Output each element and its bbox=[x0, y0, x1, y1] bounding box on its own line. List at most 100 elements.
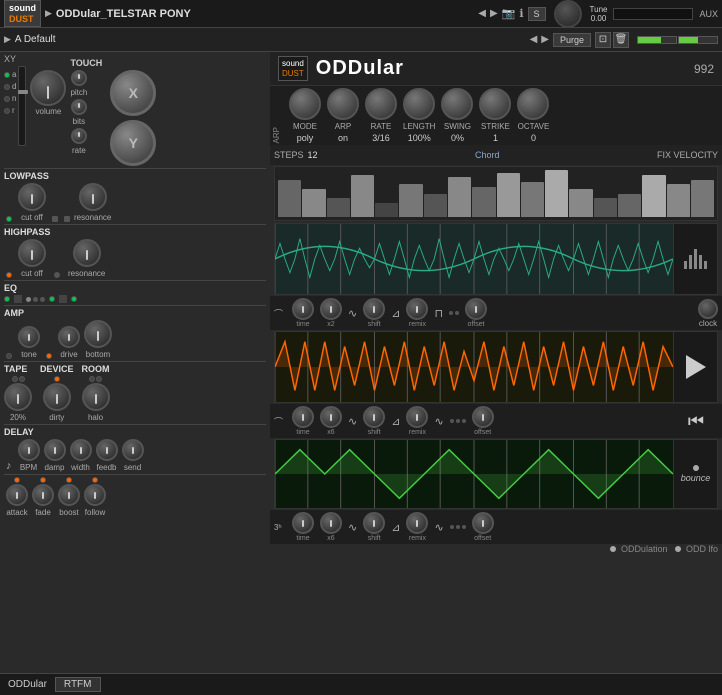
damp-knob[interactable] bbox=[44, 439, 66, 461]
fade-knob[interactable] bbox=[32, 484, 54, 506]
lfo2-time-knob[interactable] bbox=[292, 406, 314, 428]
xy-r-led[interactable] bbox=[4, 108, 10, 114]
device-led[interactable] bbox=[54, 376, 60, 382]
y-knob[interactable]: Y bbox=[110, 120, 156, 166]
step-9[interactable] bbox=[472, 187, 495, 218]
strike-knob[interactable] bbox=[479, 88, 511, 120]
delete-btn[interactable]: 🗑 bbox=[613, 32, 629, 48]
rtfm-button[interactable]: RTFM bbox=[55, 677, 101, 692]
room-knob[interactable] bbox=[82, 383, 110, 411]
step-10[interactable] bbox=[497, 173, 520, 218]
step-1[interactable] bbox=[278, 180, 301, 218]
xy-slider[interactable] bbox=[18, 66, 26, 146]
send-knob[interactable] bbox=[122, 439, 144, 461]
tape-knob[interactable] bbox=[4, 383, 32, 411]
volume-knob[interactable] bbox=[30, 70, 66, 106]
step-6[interactable] bbox=[399, 184, 422, 217]
step-8[interactable] bbox=[448, 177, 471, 217]
attack-led[interactable] bbox=[14, 477, 20, 483]
eq-led[interactable] bbox=[4, 296, 10, 302]
vel-6[interactable] bbox=[691, 180, 714, 218]
xy-d-led[interactable] bbox=[4, 84, 10, 90]
mode-knob[interactable] bbox=[289, 88, 321, 120]
amp-tone-knob[interactable] bbox=[18, 326, 40, 348]
vel-4[interactable] bbox=[642, 175, 665, 217]
lfo1-remix-knob[interactable] bbox=[406, 298, 428, 320]
s-button[interactable]: S bbox=[528, 7, 546, 21]
amp-led[interactable] bbox=[6, 353, 12, 359]
vel-2[interactable] bbox=[594, 198, 617, 217]
follow-led[interactable] bbox=[92, 477, 98, 483]
lfo2-remix-knob[interactable] bbox=[406, 406, 428, 428]
purge-button[interactable]: Purge bbox=[553, 33, 591, 47]
prev-patch-btn[interactable]: ◀ bbox=[478, 8, 486, 19]
octave-knob[interactable] bbox=[517, 88, 549, 120]
bpm-knob[interactable] bbox=[18, 439, 40, 461]
grid-view-btn[interactable]: ⊡ bbox=[595, 32, 611, 48]
width-knob[interactable] bbox=[70, 439, 92, 461]
length-knob[interactable] bbox=[403, 88, 435, 120]
arp-knob[interactable] bbox=[327, 88, 359, 120]
follow-knob[interactable] bbox=[84, 484, 106, 506]
lfo3-time-knob[interactable] bbox=[292, 512, 314, 534]
tape-led1[interactable] bbox=[12, 376, 18, 382]
lfo1-offset-knob[interactable] bbox=[465, 298, 487, 320]
rate-arp-knob[interactable] bbox=[365, 88, 397, 120]
swing-knob[interactable] bbox=[441, 88, 473, 120]
xy-n-led[interactable] bbox=[4, 96, 10, 102]
lowpass-resonance-knob[interactable] bbox=[79, 183, 107, 211]
eq-led2[interactable] bbox=[49, 296, 55, 302]
boost-knob[interactable] bbox=[58, 484, 80, 506]
lfo3-shift-knob[interactable] bbox=[363, 512, 385, 534]
boost-led[interactable] bbox=[66, 477, 72, 483]
device-knob[interactable] bbox=[43, 383, 71, 411]
fade-led[interactable] bbox=[40, 477, 46, 483]
lfo1-time-knob[interactable] bbox=[292, 298, 314, 320]
next-preset-btn[interactable]: ▶ bbox=[541, 34, 549, 45]
info-icon[interactable]: ℹ bbox=[519, 7, 523, 20]
x-knob[interactable]: X bbox=[110, 70, 156, 116]
lfo3-offset-knob[interactable] bbox=[472, 512, 494, 534]
step-5[interactable] bbox=[375, 203, 398, 217]
highpass-resonance-knob[interactable] bbox=[73, 239, 101, 267]
next-patch-btn[interactable]: ▶ bbox=[490, 8, 498, 19]
xy-a-led[interactable] bbox=[4, 72, 10, 78]
feedb-knob[interactable] bbox=[96, 439, 118, 461]
lfo2-shift-knob[interactable] bbox=[363, 406, 385, 428]
highpass-led[interactable] bbox=[6, 272, 12, 278]
lfo3-remix-knob[interactable] bbox=[406, 512, 428, 534]
lfo3-x6-knob[interactable] bbox=[320, 512, 342, 534]
pitch-knob[interactable] bbox=[71, 70, 87, 86]
step-3[interactable] bbox=[327, 198, 350, 217]
amp-drive-knob[interactable] bbox=[58, 326, 80, 348]
rate-knob[interactable] bbox=[71, 128, 87, 144]
attack-knob[interactable] bbox=[6, 484, 28, 506]
tape-led2[interactable] bbox=[19, 376, 25, 382]
rewind-button[interactable]: ⏮ bbox=[674, 411, 718, 432]
lfo2-x6-knob[interactable] bbox=[320, 406, 342, 428]
step-7[interactable] bbox=[424, 194, 447, 218]
vel-1[interactable] bbox=[569, 189, 592, 217]
prev-preset-btn[interactable]: ◀ bbox=[530, 34, 538, 45]
amp-led2[interactable] bbox=[46, 353, 52, 359]
chord-btn[interactable]: Chord bbox=[475, 150, 500, 160]
lowpass-led[interactable] bbox=[6, 216, 12, 222]
step-11[interactable] bbox=[521, 182, 544, 217]
lfo2-offset-knob[interactable] bbox=[472, 406, 494, 428]
bits-knob[interactable] bbox=[71, 99, 87, 115]
room-led1[interactable] bbox=[89, 376, 95, 382]
vel-3[interactable] bbox=[618, 194, 641, 218]
play-button[interactable] bbox=[674, 331, 718, 403]
step-2[interactable] bbox=[302, 189, 325, 217]
amp-bottom-knob[interactable] bbox=[84, 320, 112, 348]
tune-knob[interactable] bbox=[554, 0, 582, 28]
room-led2[interactable] bbox=[96, 376, 102, 382]
eq-led3[interactable] bbox=[71, 296, 77, 302]
lfo1-x2-knob[interactable] bbox=[320, 298, 342, 320]
step-4[interactable] bbox=[351, 175, 374, 217]
lowpass-cutoff-knob[interactable] bbox=[18, 183, 46, 211]
step-12[interactable] bbox=[545, 170, 568, 217]
camera-icon[interactable]: 📷 bbox=[502, 7, 516, 20]
vel-5[interactable] bbox=[667, 184, 690, 217]
lfo1-shift-knob[interactable] bbox=[363, 298, 385, 320]
